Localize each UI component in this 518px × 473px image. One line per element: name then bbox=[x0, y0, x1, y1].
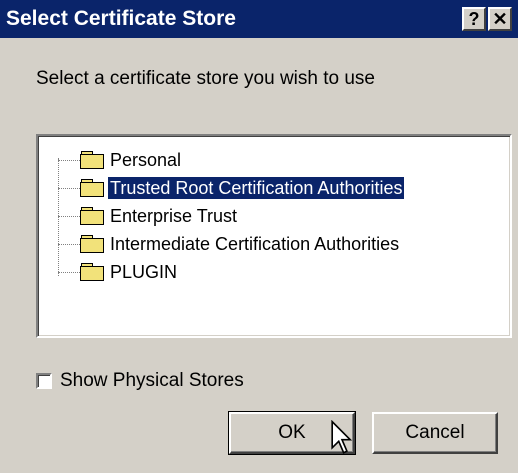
help-button[interactable]: ? bbox=[462, 7, 486, 31]
certificate-store-tree[interactable]: Personal Trusted Root Certification Auth… bbox=[36, 134, 512, 338]
tree-item-label: Trusted Root Certification Authorities bbox=[106, 176, 406, 200]
help-icon: ? bbox=[468, 9, 480, 29]
window-title: Select Certificate Store bbox=[6, 7, 236, 30]
folder-icon bbox=[80, 263, 104, 281]
folder-icon bbox=[80, 151, 104, 169]
select-certificate-store-dialog: Select Certificate Store ? ✕ Select a ce… bbox=[0, 0, 518, 473]
mouse-pointer-icon bbox=[331, 420, 353, 454]
tree-item-intermediate[interactable]: Intermediate Certification Authorities bbox=[58, 232, 401, 256]
tree-item-plugin[interactable]: PLUGIN bbox=[58, 260, 179, 284]
tree-item-label: Enterprise Trust bbox=[110, 206, 238, 226]
tree-item-label: Intermediate Certification Authorities bbox=[110, 234, 400, 254]
folder-icon bbox=[80, 179, 104, 197]
cancel-button[interactable]: Cancel bbox=[372, 412, 498, 454]
show-physical-stores-label: Show Physical Stores bbox=[60, 370, 244, 391]
tree-item-trusted-root[interactable]: Trusted Root Certification Authorities bbox=[58, 176, 406, 200]
folder-icon bbox=[80, 207, 104, 225]
title-bar[interactable]: Select Certificate Store ? ✕ bbox=[0, 0, 518, 38]
instruction-text: Select a certificate store you wish to u… bbox=[36, 68, 375, 89]
show-physical-stores-checkbox[interactable] bbox=[36, 373, 52, 389]
tree-item-label: Personal bbox=[110, 150, 182, 170]
close-button[interactable]: ✕ bbox=[488, 7, 512, 31]
tree-item-enterprise-trust[interactable]: Enterprise Trust bbox=[58, 204, 239, 228]
show-physical-stores-option[interactable]: Show Physical Stores bbox=[36, 370, 244, 392]
tree-item-personal[interactable]: Personal bbox=[58, 148, 183, 172]
close-icon: ✕ bbox=[492, 9, 508, 29]
tree-item-label: PLUGIN bbox=[110, 262, 178, 282]
folder-icon bbox=[80, 235, 104, 253]
